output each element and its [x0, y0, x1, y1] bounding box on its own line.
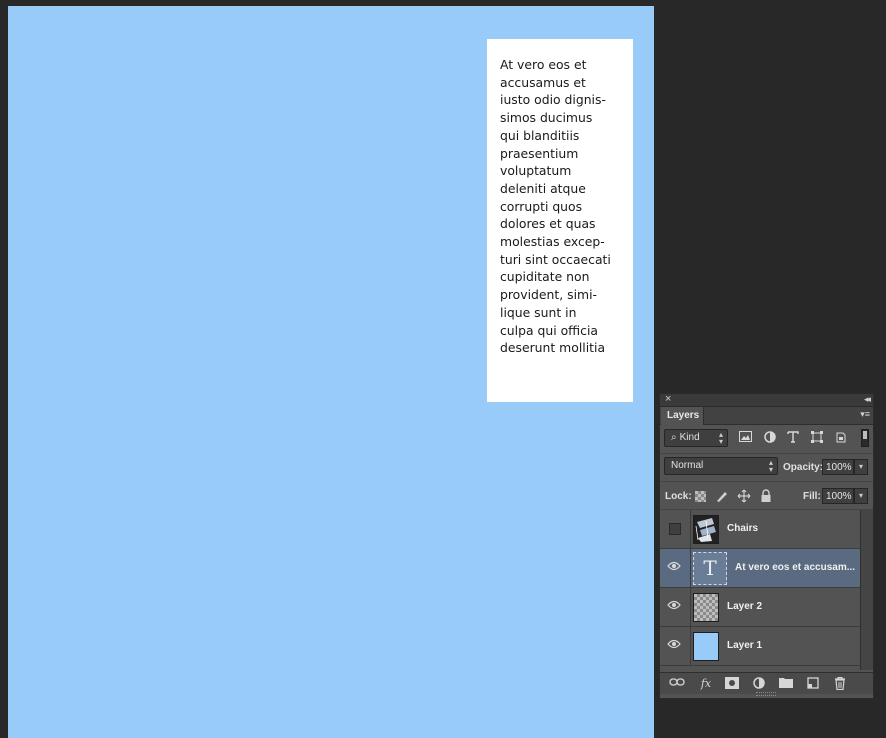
lock-label: Lock: [665, 491, 692, 502]
eye-icon[interactable] [666, 639, 682, 653]
layer-thumbnail-transparent [693, 593, 719, 622]
tab-layers[interactable]: Layers [661, 407, 704, 425]
panel-title-bar: × ◂◂ [660, 393, 873, 407]
fill-field[interactable]: 100% [822, 488, 854, 504]
filter-toggle-switch[interactable] [861, 429, 869, 447]
chevron-updown-icon: ▴ ▾ [768, 458, 773, 474]
adjustment-filter-icon[interactable] [763, 431, 777, 445]
new-group-icon[interactable] [778, 677, 794, 691]
layer-name: At vero eos et accusam... [735, 562, 856, 573]
panel-bottom-bar: fx [660, 672, 873, 694]
layer-row-layer-2[interactable]: Layer 2 [660, 588, 860, 627]
text-layer-content: At vero eos et accusamus et iusto odio d… [500, 57, 611, 356]
document-canvas[interactable]: At vero eos et accusamus et iusto odio d… [8, 6, 654, 738]
layers-panel: × ◂◂ Layers ▾≡ ⌕ Kind ▴ ▾ Normal ▴ ▾ Opa… [659, 393, 874, 699]
chevron-updown-icon: ▴ ▾ [718, 430, 723, 446]
blend-row: Normal ▴ ▾ Opacity: 100% ▾ [660, 454, 873, 482]
layer-name: Layer 1 [727, 640, 763, 651]
divider [690, 588, 691, 627]
new-layer-icon[interactable] [805, 677, 821, 691]
lock-image-pixels-icon[interactable] [715, 489, 729, 503]
lock-row: Lock: Fill: 100% ▾ [660, 482, 873, 510]
eye-icon[interactable] [666, 600, 682, 614]
smart-object-filter-icon[interactable] [834, 431, 848, 445]
lock-all-icon[interactable] [759, 489, 773, 503]
fill-dropdown-icon[interactable]: ▾ [854, 488, 868, 504]
layer-name: Layer 2 [727, 601, 763, 612]
panel-tab-bar: Layers ▾≡ [660, 407, 873, 425]
fill-label: Fill: [803, 491, 821, 502]
add-mask-icon[interactable] [724, 677, 740, 691]
image-filter-icon[interactable] [738, 431, 752, 445]
panel-resize-grip[interactable] [756, 692, 776, 696]
close-icon[interactable]: × [665, 393, 671, 405]
layer-thumbnail-text: T [693, 552, 727, 585]
layer-list-scrollbar[interactable] [860, 510, 873, 670]
search-icon: ⌕ [671, 432, 677, 443]
opacity-label: Opacity: [783, 462, 824, 473]
shape-filter-icon[interactable] [810, 431, 824, 445]
adjustment-layer-icon[interactable] [751, 677, 767, 691]
layer-row-layer-1[interactable]: Layer 1 [660, 627, 860, 666]
collapse-icon[interactable]: ◂◂ [864, 394, 871, 405]
visibility-toggle-off[interactable] [669, 523, 681, 535]
divider [690, 510, 691, 549]
eye-icon[interactable] [666, 561, 682, 575]
layer-thumbnail-fill [693, 632, 719, 661]
opacity-dropdown-icon[interactable]: ▾ [854, 459, 868, 475]
layer-row-text[interactable]: T At vero eos et accusam... [660, 549, 860, 588]
filter-kind-label: Kind [679, 432, 700, 443]
layer-list: Chairs T At vero eos et accusam... Layer… [660, 510, 860, 670]
blend-mode-select[interactable]: Normal ▴ ▾ [664, 457, 778, 475]
lock-transparent-pixels-icon[interactable] [695, 491, 706, 502]
layer-row-chairs[interactable]: Chairs [660, 510, 860, 549]
text-layer-box[interactable]: At vero eos et accusamus et iusto odio d… [487, 39, 633, 402]
divider [690, 627, 691, 666]
blend-mode-label: Normal [671, 460, 704, 471]
type-filter-icon[interactable] [786, 431, 800, 445]
trash-icon[interactable] [832, 676, 848, 691]
divider [690, 549, 691, 588]
opacity-field[interactable]: 100% [822, 459, 854, 475]
layer-thumbnail-chairs [693, 515, 719, 544]
filter-kind-select[interactable]: ⌕ Kind ▴ ▾ [664, 429, 728, 447]
lock-position-icon[interactable] [737, 489, 751, 503]
layer-style-fx-icon[interactable]: fx [698, 677, 714, 691]
layer-name: Chairs [727, 523, 759, 534]
panel-menu-icon[interactable]: ▾≡ [860, 409, 870, 420]
layer-filter-row: ⌕ Kind ▴ ▾ [660, 426, 873, 454]
link-layers-icon[interactable] [669, 677, 685, 691]
